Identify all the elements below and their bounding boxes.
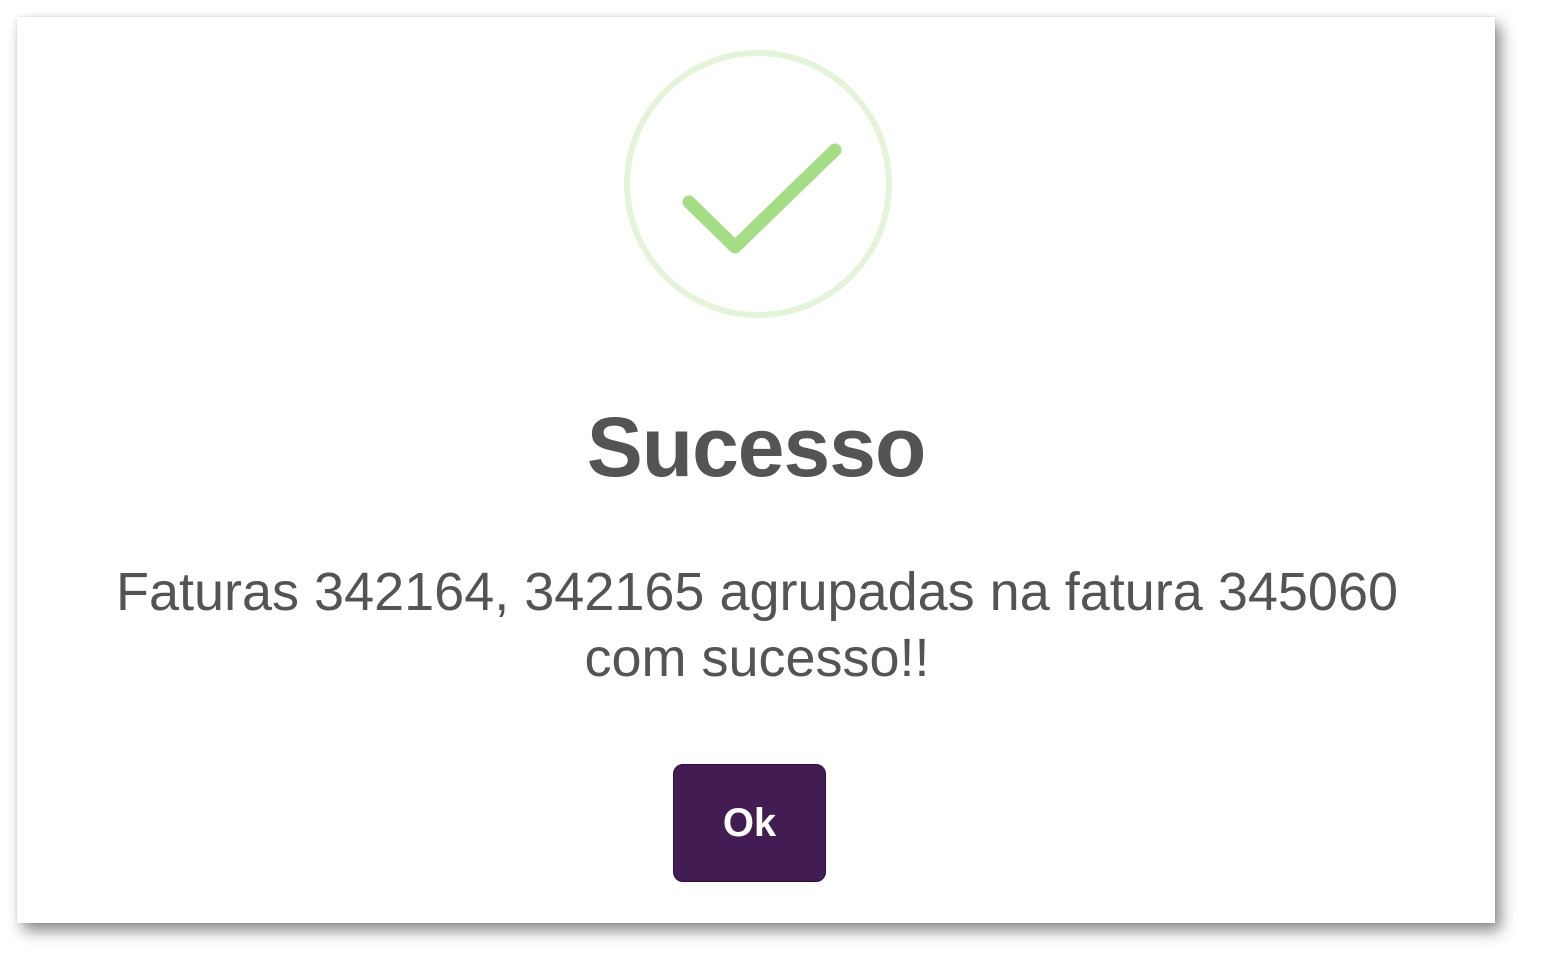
ok-button[interactable]: Ok	[673, 764, 826, 882]
success-dialog: Sucesso Faturas 342164, 342165 agrupadas…	[17, 17, 1495, 923]
success-check-icon	[623, 49, 893, 319]
dialog-message: Faturas 342164, 342165 agrupadas na fatu…	[115, 562, 1399, 688]
dialog-title: Sucesso	[586, 400, 927, 494]
